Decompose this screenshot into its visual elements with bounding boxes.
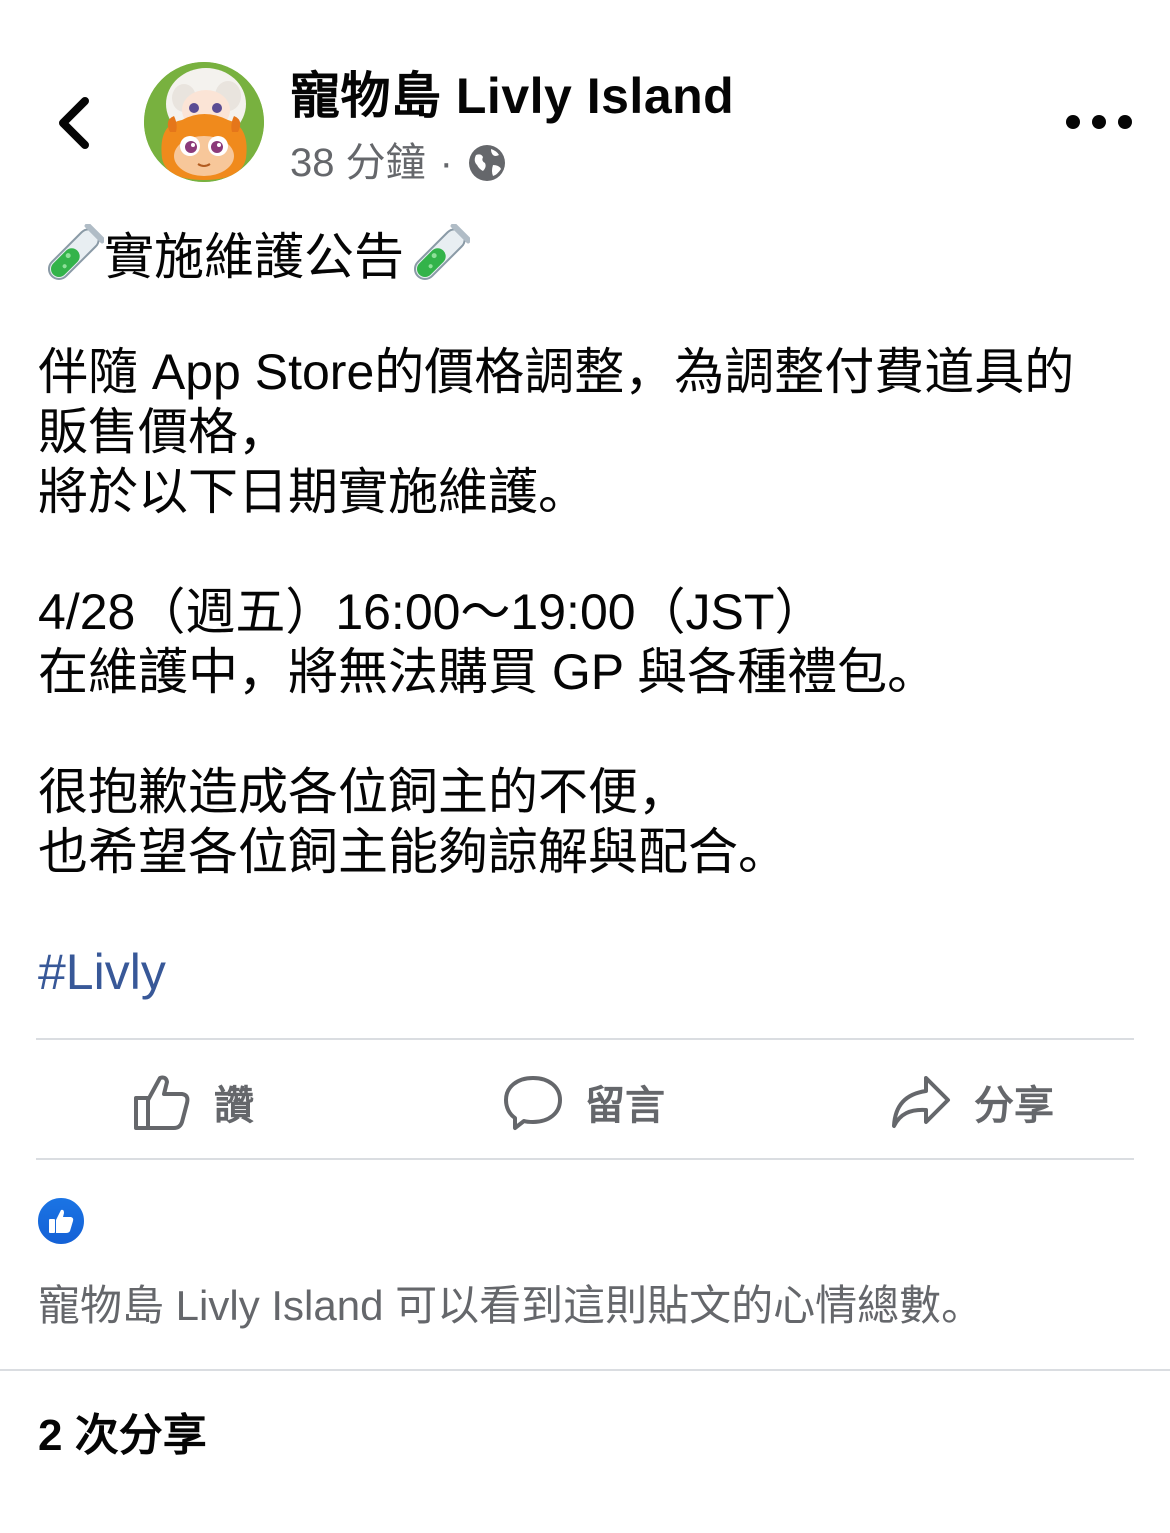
post-detail-page: 寵物島 Livly Island 38 分鐘 · 實施維護公告 伴隨 App S… <box>0 0 1170 1533</box>
more-dot-icon <box>1092 115 1106 129</box>
post-time[interactable]: 38 分鐘 <box>290 136 426 190</box>
globe-icon <box>468 145 505 181</box>
share-label: 分享 <box>974 1084 1054 1128</box>
post-paragraph: 4/28（週五）16:00～19:00（JST） 在維護中，將無法購買 GP 與… <box>38 584 938 700</box>
back-button[interactable] <box>44 88 104 158</box>
post-title-text: 實施維護公告 <box>104 229 404 285</box>
like-badge-icon[interactable] <box>36 1196 86 1246</box>
post-meta: 38 分鐘 · <box>290 136 507 190</box>
page-avatar[interactable] <box>144 62 264 182</box>
share-count[interactable]: 2 次分享 <box>38 1408 207 1464</box>
page-name-link[interactable]: 寵物島 Livly Island <box>290 66 734 126</box>
livly-avatar-illustration <box>144 62 264 182</box>
test-tube-icon <box>413 224 470 281</box>
divider <box>0 1369 1170 1371</box>
divider <box>36 1038 1134 1040</box>
hashtag-link[interactable]: #Livly <box>38 942 166 1002</box>
divider <box>36 1158 1134 1160</box>
post-body: 實施維護公告 伴隨 App Store的價格調整，為調整付費道具的 販售價格， … <box>38 222 1133 1002</box>
meta-separator: · <box>439 141 453 185</box>
share-arrow-icon <box>892 1076 950 1128</box>
thumbs-up-icon <box>134 1075 190 1130</box>
more-dot-icon <box>1118 115 1132 129</box>
comment-bubble-icon <box>504 1076 562 1130</box>
chevron-left-icon <box>59 97 89 149</box>
comment-button[interactable]: 留言 <box>503 1062 665 1142</box>
thumbs-up-filled-icon <box>49 1209 74 1233</box>
like-label: 讚 <box>214 1084 254 1128</box>
post-paragraph: 伴隨 App Store的價格調整，為調整付費道具的 販售價格， 將於以下日期實… <box>38 344 1075 520</box>
post-title: 實施維護公告 <box>38 222 1133 292</box>
post-paragraph: 很抱歉造成各位飼主的不便， 也希望各位飼主能夠諒解與配合。 <box>38 764 788 880</box>
test-tube-icon <box>47 224 104 281</box>
more-options-button[interactable] <box>1066 100 1132 144</box>
comment-label: 留言 <box>585 1084 665 1128</box>
share-button[interactable]: 分享 <box>890 1062 1054 1142</box>
like-button[interactable]: 讚 <box>132 1062 254 1142</box>
more-dot-icon <box>1066 115 1080 129</box>
reaction-visibility-note: 寵物島 Livly Island 可以看到這則貼文的心情總數。 <box>38 1282 984 1329</box>
